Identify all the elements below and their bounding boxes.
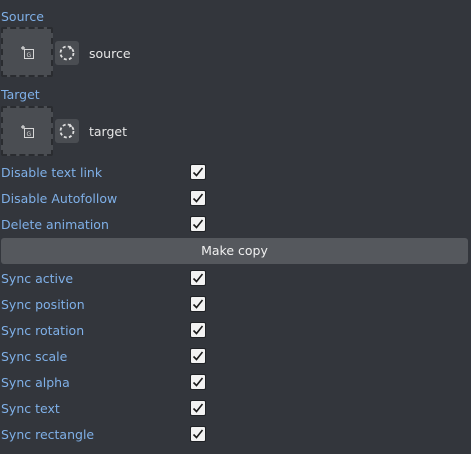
checkmark-icon	[192, 273, 204, 283]
source-reset-button[interactable]	[55, 41, 79, 65]
reset-circle-icon	[59, 123, 75, 139]
sync-rotation-checkbox[interactable]	[190, 322, 206, 338]
sync-rectangle-label: Sync rectangle	[1, 427, 95, 442]
sync-alpha-checkbox[interactable]	[190, 374, 206, 390]
sync-active-label: Sync active	[1, 271, 74, 286]
sync-scale-checkbox[interactable]	[190, 348, 206, 364]
disable-text-link-label: Disable text link	[1, 165, 103, 180]
sync-active-checkbox[interactable]	[190, 270, 206, 286]
add-layer-icon: G	[21, 125, 34, 138]
checkmark-icon	[192, 429, 204, 439]
svg-text:G: G	[27, 131, 32, 138]
checkmark-icon	[192, 403, 204, 413]
source-name: source	[89, 46, 131, 61]
disable-autofollow-label: Disable Autofollow	[1, 191, 118, 206]
disable-text-link-checkbox[interactable]	[190, 164, 206, 180]
sync-rectangle-checkbox[interactable]	[190, 426, 206, 442]
add-layer-icon: G	[21, 46, 34, 59]
checkmark-icon	[192, 219, 204, 229]
checkmark-icon	[192, 167, 204, 177]
disable-autofollow-checkbox[interactable]	[190, 190, 206, 206]
target-drop-box[interactable]: G	[1, 106, 53, 156]
make-copy-button[interactable]: Make copy	[1, 238, 468, 264]
sync-text-checkbox[interactable]	[190, 400, 206, 416]
checkmark-icon	[192, 325, 204, 335]
sync-alpha-label: Sync alpha	[1, 375, 70, 390]
source-drop-box[interactable]: G	[1, 27, 53, 77]
delete-animation-label: Delete animation	[1, 217, 109, 232]
delete-animation-checkbox[interactable]	[190, 216, 206, 232]
target-label: Target	[1, 87, 40, 102]
sync-scale-label: Sync scale	[1, 349, 68, 364]
sync-position-checkbox[interactable]	[190, 296, 206, 312]
target-reset-button[interactable]	[55, 119, 79, 143]
sync-text-label: Sync text	[1, 401, 60, 416]
sync-rotation-label: Sync rotation	[1, 323, 85, 338]
checkmark-icon	[192, 351, 204, 361]
target-name: target	[89, 124, 128, 139]
checkmark-icon	[192, 377, 204, 387]
checkmark-icon	[192, 299, 204, 309]
checkmark-icon	[192, 193, 204, 203]
reset-circle-icon	[59, 45, 75, 61]
svg-text:G: G	[27, 52, 32, 59]
source-label: Source	[1, 9, 44, 24]
sync-position-label: Sync position	[1, 297, 85, 312]
